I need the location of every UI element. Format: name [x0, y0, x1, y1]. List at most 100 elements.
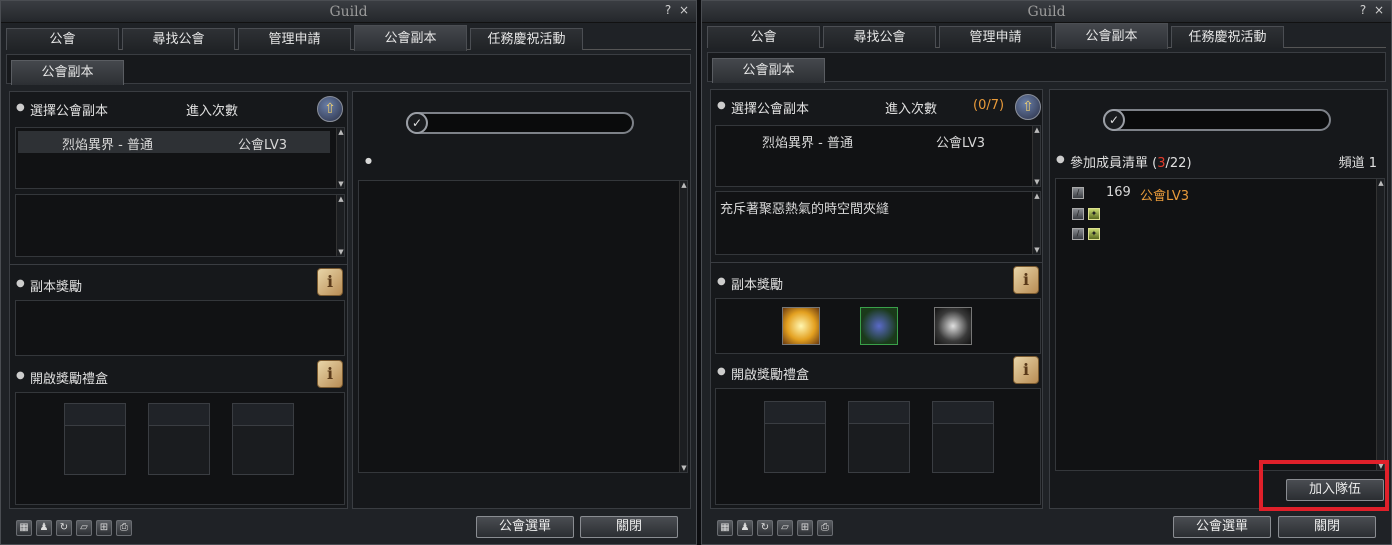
- tab-quest-celebration[interactable]: 任務慶祝活動: [470, 28, 583, 50]
- gift-slot[interactable]: [148, 403, 210, 475]
- page-icon[interactable]: ⎙: [116, 520, 132, 536]
- golden-light-item-icon[interactable]: [782, 307, 820, 345]
- description-scrollbar[interactable]: ▲ ▼: [336, 195, 344, 256]
- member-list-box: / 169 公會LV3 / ✦ / ✦ ▲ ▼: [1055, 178, 1385, 471]
- scroll-up-icon[interactable]: ▲: [680, 181, 688, 189]
- gift-slot[interactable]: [848, 401, 910, 473]
- guild-icon[interactable]: ▦: [16, 520, 32, 536]
- member-list-scrollbar[interactable]: ▲ ▼: [679, 181, 687, 472]
- reward-label: 副本獎勵: [30, 280, 83, 295]
- bullet-icon: ●: [16, 370, 25, 381]
- tab-manage-applications[interactable]: 管理申請: [939, 26, 1052, 48]
- subtab-bar: 公會副本: [6, 54, 691, 85]
- refresh-icon[interactable]: ↻: [56, 520, 72, 536]
- card-icon[interactable]: ▱: [76, 520, 92, 536]
- member-icon[interactable]: ♟: [36, 520, 52, 536]
- guild-icon[interactable]: ▦: [717, 520, 733, 536]
- title-bar[interactable]: Guild ? ×: [1, 1, 696, 23]
- member-row[interactable]: / 169 公會LV3: [1072, 185, 1362, 204]
- info-scroll-icon[interactable]: i: [317, 268, 343, 296]
- guild-menu-button[interactable]: 公會選單: [1173, 516, 1271, 538]
- upload-icon[interactable]: ⇧: [317, 96, 343, 122]
- scroll-down-icon[interactable]: ▼: [337, 248, 345, 256]
- info-scroll-icon[interactable]: i: [317, 360, 343, 388]
- scroll-down-icon[interactable]: ▼: [1033, 178, 1041, 186]
- bullet-icon: ●: [1056, 154, 1065, 165]
- dungeon-panel: ● 選擇公會副本 進入次數 (0/7) ⇧ 烈焰異界 - 普通 公會LV3 ▲ …: [710, 89, 1043, 509]
- dungeon-list: 烈焰異界 - 普通 公會LV3 ▲ ▼: [15, 127, 345, 189]
- member-row[interactable]: / ✦: [1072, 206, 1362, 222]
- reward-items-box: [15, 300, 345, 356]
- member-icon[interactable]: ♟: [737, 520, 753, 536]
- entry-count-value: (0/7): [973, 98, 1004, 113]
- party-panel: ✓ ● 參加成員清單 (3/22) 頻道 1 / 169 公會LV3 / ✦ /…: [1049, 89, 1388, 509]
- subtab-guild-dungeon[interactable]: 公會副本: [11, 60, 124, 85]
- help-button[interactable]: ?: [1356, 3, 1370, 19]
- cart-icon[interactable]: ⊞: [797, 520, 813, 536]
- tab-find-guild[interactable]: 尋找公會: [122, 28, 235, 50]
- info-scroll-icon[interactable]: i: [1013, 356, 1039, 384]
- tab-manage-applications[interactable]: 管理申請: [238, 28, 351, 50]
- gift-label: 開啟獎勵禮盒: [731, 368, 810, 383]
- member-guild: 公會LV3: [1140, 189, 1189, 204]
- scroll-up-icon[interactable]: ▲: [1377, 179, 1385, 187]
- tab-guild[interactable]: 公會: [6, 28, 119, 50]
- member-list-scrollbar[interactable]: ▲ ▼: [1376, 179, 1384, 470]
- close-icon[interactable]: ×: [1372, 3, 1386, 19]
- info-scroll-icon[interactable]: i: [1013, 266, 1039, 294]
- subtab-guild-dungeon[interactable]: 公會副本: [712, 58, 825, 83]
- dungeon-row[interactable]: 烈焰異界 - 普通 公會LV3: [718, 129, 1028, 151]
- scroll-up-icon[interactable]: ▲: [1033, 126, 1041, 134]
- upload-icon[interactable]: ⇧: [1015, 94, 1041, 120]
- main-tabs: 公會 尋找公會 管理申請 公會副本 任務慶祝活動: [6, 25, 691, 51]
- members-label: 參加成員清單 (3/22): [1070, 152, 1192, 171]
- gift-slot[interactable]: [64, 403, 126, 475]
- dungeon-name: 烈焰異界 - 普通: [762, 136, 853, 151]
- party-status-icon: ✦: [1088, 228, 1100, 240]
- silver-emblem-item-icon[interactable]: [934, 307, 972, 345]
- close-button[interactable]: 關閉: [1278, 516, 1376, 538]
- bullet-icon: ●: [365, 156, 372, 165]
- dungeon-description-box: ▲ ▼: [15, 194, 345, 257]
- bullet-icon: ●: [717, 366, 726, 377]
- tab-guild-dungeon[interactable]: 公會副本: [1055, 23, 1168, 49]
- armor-chest-item-icon[interactable]: [860, 307, 898, 345]
- bullet-icon: ●: [717, 276, 726, 287]
- main-tabs: 公會 尋找公會 管理申請 公會副本 任務慶祝活動: [707, 23, 1386, 49]
- page-icon[interactable]: ⎙: [817, 520, 833, 536]
- title-bar[interactable]: Guild ? ×: [702, 1, 1391, 23]
- scroll-down-icon[interactable]: ▼: [680, 464, 688, 472]
- scroll-up-icon[interactable]: ▲: [1033, 192, 1041, 200]
- progress-bar: ✓: [1103, 109, 1331, 131]
- gift-label: 開啟獎勵禮盒: [30, 372, 109, 387]
- gift-header: ● 開啟獎勵禮盒: [711, 360, 1041, 386]
- description-scrollbar[interactable]: ▲ ▼: [1032, 192, 1040, 254]
- scroll-down-icon[interactable]: ▼: [1033, 246, 1041, 254]
- close-button[interactable]: 關閉: [580, 516, 678, 538]
- tab-find-guild[interactable]: 尋找公會: [823, 26, 936, 48]
- reward-items-box: [715, 298, 1041, 354]
- cart-icon[interactable]: ⊞: [96, 520, 112, 536]
- guild-menu-button[interactable]: 公會選單: [476, 516, 574, 538]
- scroll-down-icon[interactable]: ▼: [337, 180, 345, 188]
- dungeon-name: 烈焰異界 - 普通: [62, 138, 153, 153]
- help-button[interactable]: ?: [661, 3, 675, 19]
- scroll-up-icon[interactable]: ▲: [337, 195, 345, 203]
- gift-slot[interactable]: [764, 401, 826, 473]
- dungeon-row-selected[interactable]: 烈焰異界 - 普通 公會LV3: [18, 131, 330, 153]
- tab-quest-celebration[interactable]: 任務慶祝活動: [1171, 26, 1284, 48]
- refresh-icon[interactable]: ↻: [757, 520, 773, 536]
- card-icon[interactable]: ▱: [777, 520, 793, 536]
- dungeon-list-scrollbar[interactable]: ▲ ▼: [336, 128, 344, 188]
- close-icon[interactable]: ×: [677, 3, 691, 19]
- tab-guild[interactable]: 公會: [707, 26, 820, 48]
- subtab-bar: 公會副本: [707, 52, 1386, 83]
- gift-slot[interactable]: [932, 401, 994, 473]
- tab-guild-dungeon[interactable]: 公會副本: [354, 25, 467, 51]
- gift-slot[interactable]: [232, 403, 294, 475]
- member-row[interactable]: / ✦: [1072, 226, 1362, 242]
- guild-window-left: Guild ? × 公會 尋找公會 管理申請 公會副本 任務慶祝活動 公會副本 …: [0, 0, 697, 545]
- dungeon-level: 公會LV3: [238, 138, 287, 153]
- scroll-up-icon[interactable]: ▲: [337, 128, 345, 136]
- dungeon-list-scrollbar[interactable]: ▲ ▼: [1032, 126, 1040, 186]
